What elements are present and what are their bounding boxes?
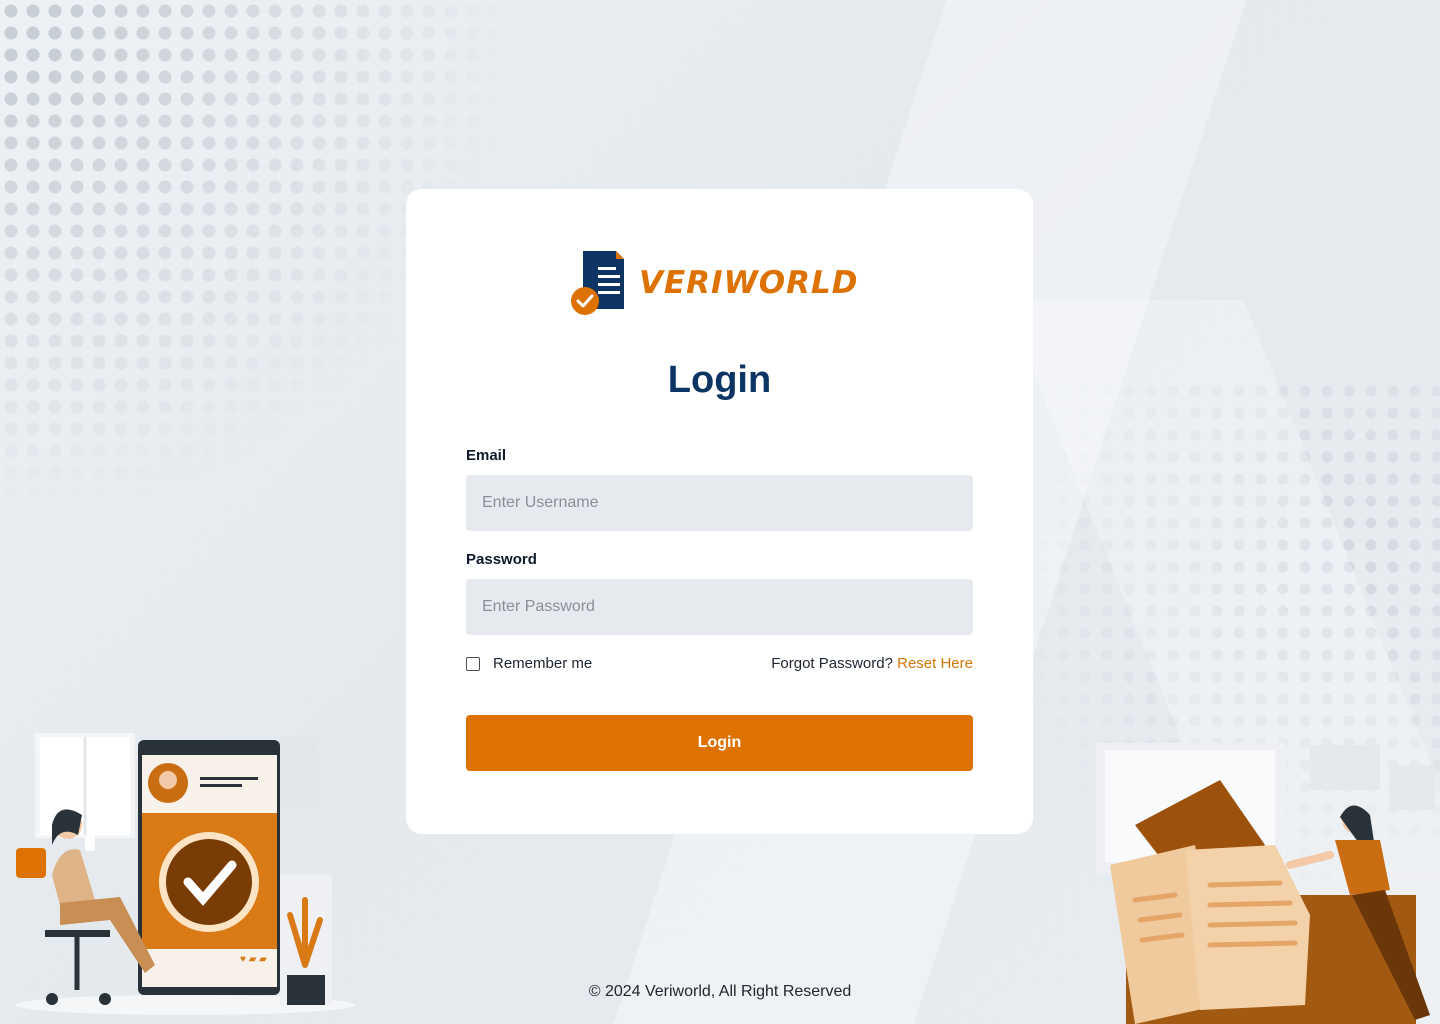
- remember-me[interactable]: Remember me: [466, 655, 592, 672]
- email-label: Email: [466, 447, 507, 464]
- remember-label: Remember me: [493, 655, 593, 672]
- brand-name: VERIWORLD: [639, 265, 859, 301]
- footer-copyright: © 2024 Veriworld, All Right Reserved: [588, 983, 852, 1000]
- page-title: Login: [667, 359, 772, 401]
- documents-mail-illustration: [1096, 743, 1440, 1024]
- password-label: Password: [466, 551, 537, 568]
- verified-profile-illustration: ♥ ▰ ▰: [15, 733, 355, 1015]
- email-field[interactable]: [466, 475, 973, 531]
- login-card: VERIWORLD Login Email Password Remember …: [406, 189, 1033, 834]
- svg-text:♥ ▰ ▰: ♥ ▰ ▰: [240, 954, 267, 965]
- login-button[interactable]: Login: [466, 715, 973, 771]
- forgot-text: Forgot Password?: [771, 655, 898, 672]
- reset-link[interactable]: Reset Here: [897, 655, 973, 672]
- document-check-icon: [571, 251, 624, 315]
- password-field[interactable]: [466, 579, 973, 635]
- brand-logo: VERIWORLD: [571, 249, 871, 319]
- forgot-password: Forgot Password? Reset Here: [771, 655, 973, 672]
- remember-checkbox[interactable]: [466, 656, 480, 671]
